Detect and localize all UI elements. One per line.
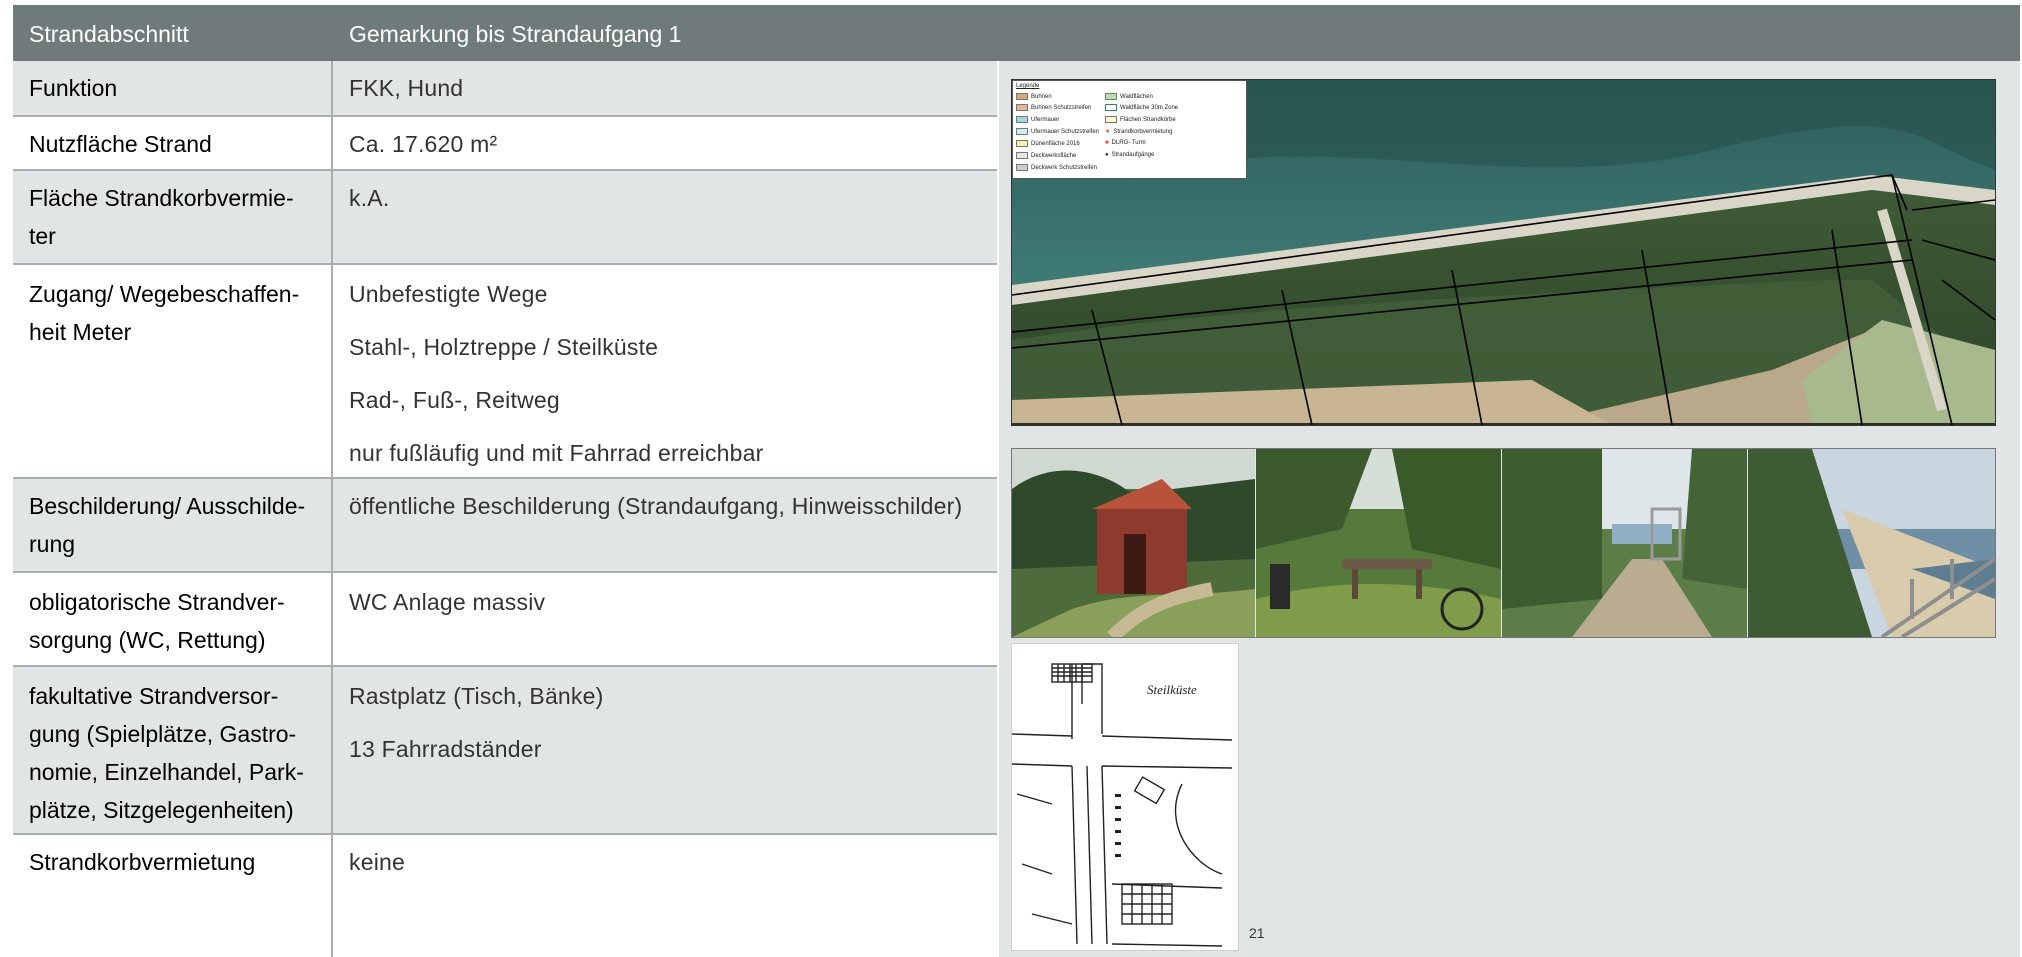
photo-strip bbox=[1011, 448, 1996, 638]
table-header: Strandabschnitt Gemarkung bis Strandaufg… bbox=[13, 5, 2020, 61]
table-row: Fläche Strandkorbvermie-ter k.A. bbox=[13, 171, 997, 265]
table-row: Strandkorbvermietung keine bbox=[13, 835, 997, 957]
row-label-fakultativ: fakultative Strandversor-gung (Spielplät… bbox=[29, 683, 304, 823]
table-row: Beschilderung/ Ausschilde-rung öffentlic… bbox=[13, 479, 997, 573]
sketch-label: Steilküste bbox=[1147, 682, 1197, 697]
legend-item: ★ Strandkorbvermietung bbox=[1105, 129, 1173, 135]
legend-item: Waldflächen bbox=[1105, 93, 1153, 100]
row-value-strandkorbflaeche: k.A. bbox=[349, 185, 390, 211]
sketch-svg: Steilküste bbox=[1011, 663, 1233, 947]
row-label-strandkorbflaeche: Fläche Strandkorbvermie-ter bbox=[29, 185, 294, 249]
legend-item: ● Strandaufgänge bbox=[1105, 152, 1155, 158]
row-value-funktion: FKK, Hund bbox=[349, 75, 464, 101]
row-label-obligatorisch: obligatorische Strandver-sorgung (WC, Re… bbox=[29, 589, 285, 653]
map-legend: Legende Buhnen Buhnen Schutzstreifen Ufe… bbox=[1012, 80, 1247, 179]
row-label-strandkorbvermietung: Strandkorbvermietung bbox=[29, 849, 256, 875]
legend-item: Ufermauer Schutzstreifen bbox=[1016, 128, 1099, 135]
fakultativ-item: Rastplatz (Tisch, Bänke) bbox=[349, 683, 604, 709]
legend-item: Dünenfläche 2016 bbox=[1016, 140, 1080, 147]
zugang-item: Rad-, Fuß-, Reitweg bbox=[349, 387, 560, 413]
table-row: fakultative Strandversor-gung (Spielplät… bbox=[13, 667, 997, 835]
legend-item: Flächen Strandkörbe bbox=[1105, 116, 1176, 123]
table-row: obligatorische Strandver-sorgung (WC, Re… bbox=[13, 573, 997, 667]
row-label-zugang: Zugang/ Wegebeschaffen-heit Meter bbox=[29, 281, 300, 345]
row-value-fakultativ: Rastplatz (Tisch, Bänke) 13 Fahrradständ… bbox=[349, 677, 989, 783]
table-row: Zugang/ Wegebeschaffen-heit Meter Unbefe… bbox=[13, 265, 997, 479]
page-number: 21 bbox=[1249, 925, 1265, 941]
zugang-item: Stahl-, Holztreppe / Steilküste bbox=[349, 334, 659, 360]
info-table: Funktion FKK, Hund Nutzfläche Strand Ca.… bbox=[13, 61, 997, 957]
zugang-item: Unbefestigte Wege bbox=[349, 281, 548, 307]
legend-title: Legende bbox=[1016, 83, 1040, 89]
photo-strip-svg bbox=[1012, 449, 1995, 637]
aerial-map: Legende Buhnen Buhnen Schutzstreifen Ufe… bbox=[1011, 79, 1996, 426]
site-sketch: Steilküste bbox=[1011, 643, 1239, 951]
page: Strandabschnitt Gemarkung bis Strandaufg… bbox=[13, 5, 2020, 957]
legend-item: Buhnen Schutzstreifen bbox=[1016, 104, 1091, 111]
legend-item: ■ DLRG- Turm bbox=[1105, 140, 1146, 146]
fakultativ-item: 13 Fahrradständer bbox=[349, 736, 542, 762]
legend-item: Ufermauer bbox=[1016, 116, 1059, 123]
table-row: Funktion FKK, Hund bbox=[13, 61, 997, 117]
legend-item: Buhnen bbox=[1016, 93, 1052, 100]
row-value-obligatorisch: WC Anlage massiv bbox=[349, 589, 546, 615]
row-label-nutzflaeche: Nutzfläche Strand bbox=[29, 131, 212, 157]
table-row: Nutzfläche Strand Ca. 17.620 m² bbox=[13, 117, 997, 171]
row-value-zugang: Unbefestigte Wege Stahl-, Holztreppe / S… bbox=[349, 275, 989, 487]
legend-item: Deckwerksfläche bbox=[1016, 152, 1076, 159]
row-label-beschilderung: Beschilderung/ Ausschilde-rung bbox=[29, 493, 306, 557]
legend-item: Waldfläche 30m Zone bbox=[1105, 104, 1178, 111]
row-value-beschilderung: öffentliche Beschilderung (Strandaufgang… bbox=[349, 493, 963, 519]
image-panel: Legende Buhnen Buhnen Schutzstreifen Ufe… bbox=[999, 61, 2020, 957]
header-col-gemarkung: Gemarkung bis Strandaufgang 1 bbox=[349, 21, 682, 47]
header-col-strandabschnitt: Strandabschnitt bbox=[29, 21, 189, 47]
row-label-funktion: Funktion bbox=[29, 75, 118, 101]
legend-item: Deckwerk Schutzstreifen bbox=[1016, 164, 1097, 171]
row-value-strandkorbvermietung: keine bbox=[349, 849, 405, 875]
zugang-item: nur fußläufig und mit Fahrrad erreichbar bbox=[349, 440, 764, 466]
